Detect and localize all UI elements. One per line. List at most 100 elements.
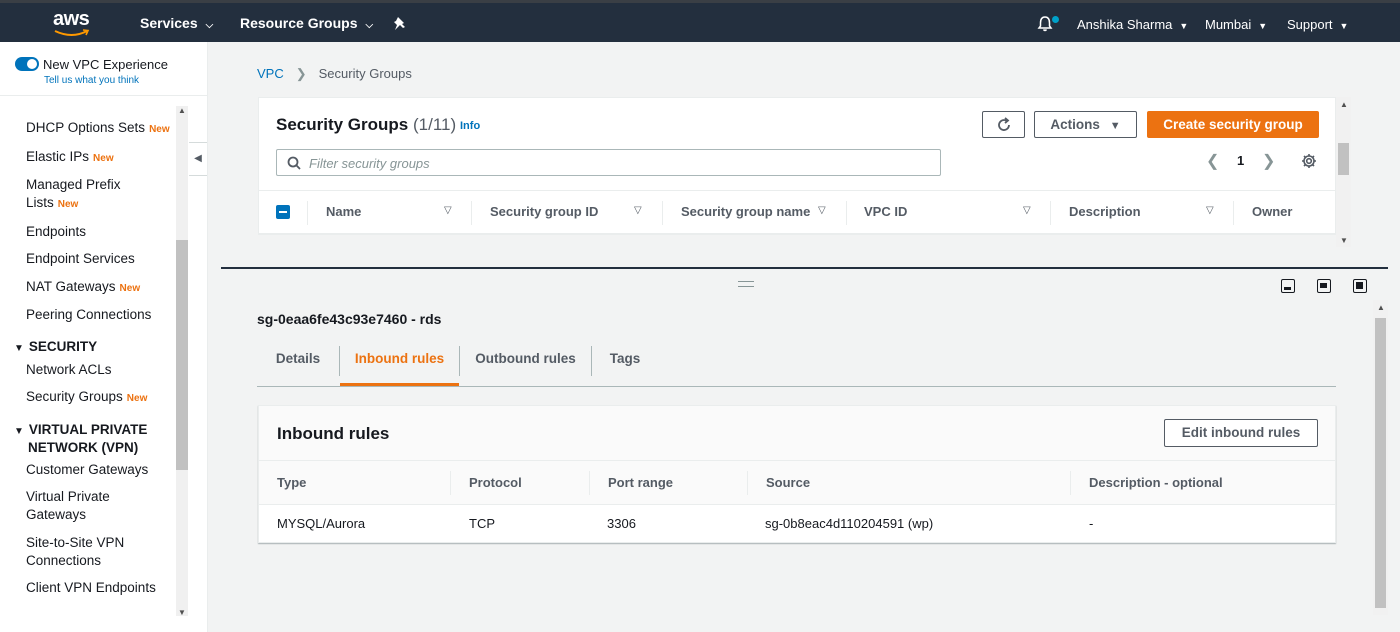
column-divider [1050, 201, 1051, 225]
scroll-up-icon[interactable]: ▲ [1377, 303, 1385, 312]
sidebar-heading-vpn[interactable]: ▼ VIRTUAL PRIVATE NETWORK (VPN) [14, 422, 174, 456]
sidebar-scrollbar-thumb[interactable] [176, 240, 188, 470]
chevron-down-icon: ▼ [1258, 21, 1268, 31]
aws-logo[interactable]: aws [52, 8, 92, 39]
column-header-security-group-name[interactable]: Security group name [681, 204, 810, 219]
edit-inbound-rules-button[interactable]: Edit inbound rules [1164, 419, 1318, 447]
sidebar-divider [0, 95, 207, 96]
sidebar-item-network-acls[interactable]: Network ACLs [26, 361, 176, 379]
sort-icon[interactable]: ▽ [818, 205, 826, 216]
column-header-owner[interactable]: Owner [1252, 204, 1292, 219]
column-header-type: Type [277, 475, 307, 490]
new-vpc-experience-toggle[interactable] [15, 57, 39, 71]
services-menu[interactable]: Services ⌵ [140, 15, 213, 31]
actions-label: Actions [1050, 117, 1100, 132]
select-all-checkbox[interactable] [276, 205, 290, 219]
sort-icon[interactable]: ▽ [1023, 205, 1031, 216]
sidebar-item-label: Managed Prefix [26, 177, 121, 192]
dock-bottom-icon[interactable] [1281, 279, 1295, 293]
column-divider [450, 471, 451, 495]
feedback-link[interactable]: Tell us what you think [44, 75, 139, 86]
column-divider [1070, 471, 1071, 495]
pin-icon[interactable] [393, 16, 407, 32]
chevron-down-icon: ▼ [1339, 21, 1349, 31]
top-navigation-bar: aws Services ⌵ Resource Groups ⌵ Anshika S… [0, 0, 1400, 42]
panel-title: Security Groups [276, 115, 409, 134]
rule-port-range: 3306 [607, 516, 636, 531]
new-badge: New [126, 393, 148, 404]
detail-scrollbar-thumb[interactable] [1375, 318, 1386, 608]
new-vpc-experience-label: New VPC Experience [43, 57, 168, 72]
sidebar-item-customer-gateways[interactable]: Customer Gateways [26, 461, 176, 479]
caret-down-icon: ▼ [14, 343, 24, 354]
tab-inbound-rules[interactable]: Inbound rules [340, 346, 459, 386]
support-label: Support [1287, 17, 1333, 32]
scroll-down-icon[interactable]: ▼ [178, 608, 186, 617]
new-badge: New [149, 124, 170, 135]
sort-icon[interactable]: ▽ [1206, 205, 1214, 216]
refresh-button[interactable] [982, 111, 1025, 138]
tab-outbound-rules[interactable]: Outbound rules [460, 346, 591, 386]
column-header-security-group-id[interactable]: Security group ID [490, 204, 598, 219]
breadcrumb-vpc-link[interactable]: VPC [257, 66, 284, 81]
gear-icon[interactable] [1301, 153, 1317, 169]
tab-details[interactable]: Details [257, 346, 339, 386]
new-badge: New [93, 153, 114, 164]
sidebar-item-label: DHCP Options Sets [26, 120, 146, 135]
sort-icon[interactable]: ▽ [634, 205, 642, 216]
sidebar-item-peering-connections[interactable]: Peering Connections [26, 306, 176, 324]
table-scrollbar-thumb[interactable] [1338, 143, 1349, 175]
actions-button[interactable]: Actions ▼ [1034, 111, 1137, 138]
support-menu[interactable]: Support ▼ [1287, 17, 1348, 32]
sidebar-item-elastic-ips[interactable]: Elastic IPs New [26, 148, 176, 168]
sidebar-item-client-vpn-endpoints[interactable]: Client VPN Endpoints [26, 579, 176, 597]
scroll-up-icon[interactable]: ▲ [1340, 100, 1348, 109]
sidebar-item-endpoints[interactable]: Endpoints [26, 223, 176, 241]
tab-tags[interactable]: Tags [592, 346, 658, 386]
rule-protocol: TCP [469, 516, 495, 531]
sidebar-item-label: Site-to-Site VPN [26, 535, 125, 550]
new-badge: New [57, 199, 79, 210]
sidebar-item-nat-gateways[interactable]: NAT Gateways New [26, 278, 176, 298]
sidebar-heading-security[interactable]: ▼ SECURITY [14, 339, 174, 357]
collapse-sidebar-button[interactable]: ◀ [189, 142, 207, 176]
resource-groups-menu[interactable]: Resource Groups ⌵ [240, 15, 373, 31]
rule-source: sg-0b8eac4d110204591 (wp) [765, 516, 934, 531]
next-page-icon[interactable]: ❯ [1262, 151, 1275, 171]
sort-icon[interactable]: ▽ [444, 205, 452, 216]
column-divider [846, 201, 847, 225]
scroll-down-icon[interactable]: ▼ [1340, 236, 1348, 245]
sidebar-item-virtual-private-gateways[interactable]: Virtual Private Gateways [26, 488, 176, 524]
sidebar-heading-label: VIRTUAL PRIVATE [28, 422, 148, 437]
sidebar-item-label: NAT Gateways [26, 279, 116, 294]
region-menu[interactable]: Mumbai ▼ [1205, 17, 1267, 32]
dock-middle-icon[interactable] [1317, 279, 1331, 293]
column-header-description[interactable]: Description [1069, 204, 1141, 219]
security-groups-table-header: Name ▽ Security group ID ▽ Security grou… [259, 190, 1335, 234]
sidebar-item-security-groups[interactable]: Security Groups New [26, 388, 176, 408]
chevron-down-icon: ▼ [1179, 21, 1189, 31]
column-header-name[interactable]: Name [326, 204, 361, 219]
chevron-right-icon: ❯ [295, 66, 307, 81]
page-number[interactable]: 1 [1237, 153, 1244, 168]
column-header-protocol: Protocol [469, 475, 522, 490]
user-menu[interactable]: Anshika Sharma ▼ [1077, 17, 1188, 32]
previous-page-icon[interactable]: ❮ [1206, 151, 1219, 171]
sidebar-item-managed-prefix-lists[interactable]: Managed Prefix Lists New [26, 176, 176, 214]
sidebar-item-site-to-site-vpn[interactable]: Site-to-Site VPN Connections [26, 534, 176, 570]
column-header-vpc-id[interactable]: VPC ID [864, 204, 907, 219]
create-security-group-button[interactable]: Create security group [1147, 111, 1319, 138]
scroll-up-icon[interactable]: ▲ [178, 106, 186, 115]
table-row: MYSQL/Aurora TCP 3306 sg-0b8eac4d1102045… [259, 505, 1335, 542]
info-link[interactable]: Info [460, 120, 480, 132]
caret-down-icon: ▼ [1109, 120, 1121, 132]
maximize-panel-icon[interactable] [1353, 279, 1367, 293]
inbound-rules-table-header: Type Protocol Port range Source Descript… [259, 461, 1335, 505]
sidebar-item-label: Gateways [26, 507, 87, 522]
sidebar-item-endpoint-services[interactable]: Endpoint Services [26, 250, 176, 268]
inbound-rules-panel: Inbound rules Edit inbound rules Type Pr… [258, 405, 1336, 543]
filter-input[interactable]: Filter security groups [276, 149, 941, 176]
sidebar-item-dhcp-options[interactable]: DHCP Options Sets New [26, 119, 176, 139]
detail-tabs: Details Inbound rules Outbound rules Tag… [257, 346, 1336, 387]
resize-handle[interactable] [738, 281, 754, 287]
